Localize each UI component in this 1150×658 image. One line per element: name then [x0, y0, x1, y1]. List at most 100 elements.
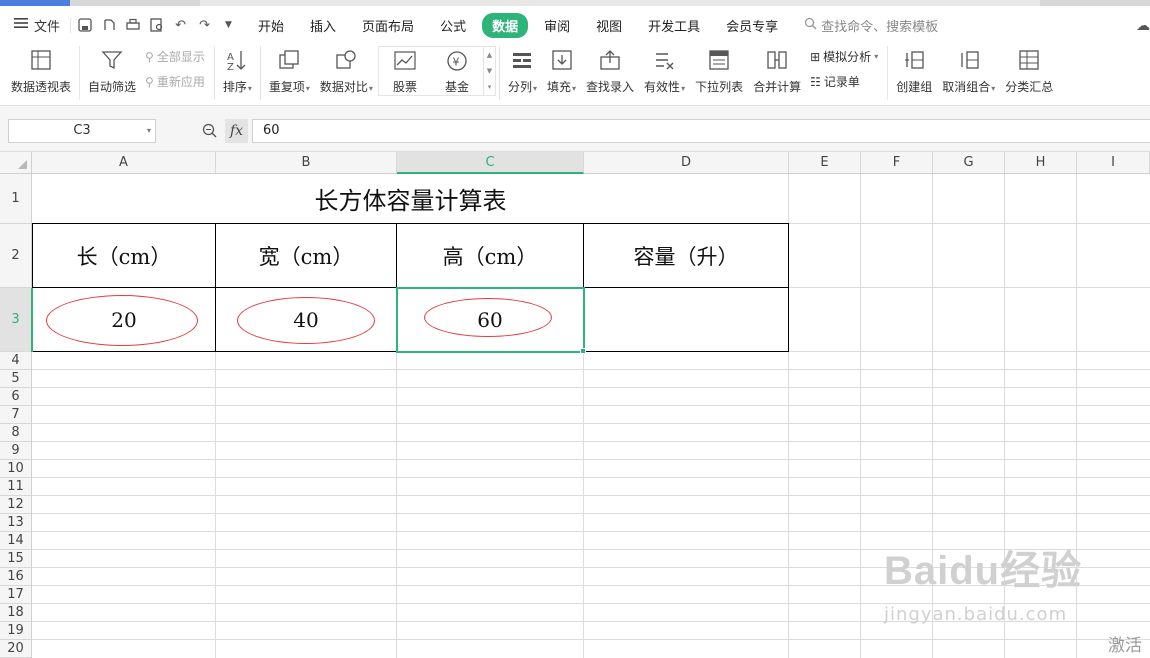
print-icon[interactable]: [125, 18, 140, 33]
activate-windows-text: 激活: [1108, 636, 1142, 656]
column-header-f[interactable]: F: [861, 152, 933, 174]
baidu-watermark: Baidu经验 jingyan.baidu.com: [884, 538, 1094, 630]
reapply-button[interactable]: ⚲ 重新应用: [145, 73, 205, 90]
insert-function-button[interactable]: fx: [225, 119, 248, 143]
ungroup-button[interactable]: 取消组合▾: [937, 44, 1000, 95]
name-box-dropdown-icon[interactable]: ▾: [147, 120, 151, 142]
what-if-analysis-button[interactable]: ⊞ 模拟分析 ▾: [810, 48, 878, 65]
autofilter-label: 自动筛选: [88, 80, 137, 94]
record-form-button[interactable]: ☷ 记录单: [810, 73, 878, 90]
tab-developer[interactable]: 开发工具: [638, 13, 710, 38]
table-border: [788, 223, 789, 352]
autofilter-button[interactable]: 自动筛选: [83, 44, 141, 95]
tab-insert[interactable]: 插入: [300, 13, 346, 38]
header-length[interactable]: 长（cm）: [33, 224, 215, 287]
stock-fund-gallery: 股票 ¥ 基金 ▲ ▼ ▾: [377, 46, 496, 96]
print-preview-icon[interactable]: [149, 18, 164, 33]
header-height[interactable]: 高（cm）: [397, 224, 583, 287]
row-header-1[interactable]: 1: [0, 174, 32, 224]
row-header-3[interactable]: 3: [0, 288, 32, 352]
row-header-17[interactable]: 17: [0, 586, 32, 604]
tab-formulas[interactable]: 公式: [430, 13, 476, 38]
quick-access-toolbar: ↶ ↷ ▼: [70, 17, 248, 33]
value-length[interactable]: 20: [33, 288, 215, 351]
group-button[interactable]: 创建组: [891, 44, 937, 95]
tab-data[interactable]: 数据: [482, 12, 529, 38]
value-width[interactable]: 40: [216, 288, 396, 351]
command-search[interactable]: 查找命令、搜索模板: [804, 16, 938, 35]
undo-icon[interactable]: ↶: [173, 18, 188, 33]
duplicates-button[interactable]: 重复项▾: [264, 44, 315, 95]
fund-label: 基金: [444, 80, 469, 94]
cloud-sync-icon[interactable]: ☁: [1136, 18, 1150, 34]
row-header-10[interactable]: 10: [0, 460, 32, 478]
file-menu[interactable]: 文件: [0, 6, 70, 44]
row-header-14[interactable]: 14: [0, 532, 32, 550]
tab-home[interactable]: 开始: [248, 13, 294, 38]
customize-dropdown-icon[interactable]: ▼: [221, 18, 236, 33]
gridline: [32, 369, 1150, 370]
group-icon: [902, 48, 926, 72]
row-header-13[interactable]: 13: [0, 514, 32, 532]
fill-down-icon: [550, 48, 574, 72]
fund-button[interactable]: ¥ 基金: [431, 47, 483, 95]
split-columns-button[interactable]: 分列▾: [503, 44, 542, 95]
header-capacity[interactable]: 容量（升）: [584, 224, 788, 287]
tab-page-layout[interactable]: 页面布局: [352, 13, 424, 38]
row-header-19[interactable]: 19: [0, 622, 32, 640]
column-header-i[interactable]: I: [1077, 152, 1150, 174]
tab-member[interactable]: 会员专享: [716, 13, 788, 38]
column-header-g[interactable]: G: [933, 152, 1005, 174]
row-header-2[interactable]: 2: [0, 224, 32, 288]
what-if-icon: ⊞: [810, 49, 821, 64]
row-header-12[interactable]: 12: [0, 496, 32, 514]
dropdown-list-button[interactable]: 下拉列表: [690, 44, 748, 95]
row-header-11[interactable]: 11: [0, 478, 32, 496]
zoom-search-icon[interactable]: [202, 123, 217, 142]
row-header-9[interactable]: 9: [0, 442, 32, 460]
gridline: [32, 459, 1150, 460]
subtotal-label: 分类汇总: [1005, 80, 1054, 94]
column-header-a[interactable]: A: [32, 152, 216, 174]
gallery-scroller[interactable]: ▲ ▼ ▾: [482, 47, 495, 95]
column-header-e[interactable]: E: [789, 152, 861, 174]
what-if-label: 模拟分析: [823, 50, 872, 64]
formula-input[interactable]: 60: [252, 119, 1150, 143]
fill-handle[interactable]: [580, 348, 586, 354]
name-box[interactable]: C3 ▾: [8, 119, 156, 143]
data-compare-icon: [334, 48, 358, 72]
validity-button[interactable]: 有效性▾: [639, 44, 690, 95]
column-header-h[interactable]: H: [1005, 152, 1077, 174]
header-width[interactable]: 宽（cm）: [216, 224, 396, 287]
save-icon[interactable]: [77, 18, 92, 33]
sort-button[interactable]: AZ 排序▾: [218, 44, 257, 95]
row-header-8[interactable]: 8: [0, 424, 32, 442]
row-header-5[interactable]: 5: [0, 370, 32, 388]
dropdown-list-icon: [707, 48, 731, 72]
value-capacity[interactable]: [584, 288, 788, 351]
tab-review[interactable]: 审阅: [534, 13, 580, 38]
fill-button[interactable]: 填充▾: [542, 44, 581, 95]
row-header-6[interactable]: 6: [0, 388, 32, 406]
row-header-4[interactable]: 4: [0, 352, 32, 370]
tab-view[interactable]: 视图: [586, 13, 632, 38]
column-header-c[interactable]: C: [397, 152, 584, 174]
row-header-18[interactable]: 18: [0, 604, 32, 622]
column-header-d[interactable]: D: [584, 152, 789, 174]
consolidate-label: 合并计算: [753, 80, 802, 94]
row-header-15[interactable]: 15: [0, 550, 32, 568]
data-compare-button[interactable]: 数据对比▾: [315, 44, 378, 95]
redo-icon[interactable]: ↷: [197, 18, 212, 33]
row-header-20[interactable]: 20: [0, 640, 32, 658]
export-icon[interactable]: [101, 18, 116, 33]
row-header-16[interactable]: 16: [0, 568, 32, 586]
subtotal-button[interactable]: 分类汇总: [1000, 44, 1058, 95]
stock-button[interactable]: 股票: [379, 47, 431, 95]
show-all-button[interactable]: ⚲ 全部显示: [145, 48, 205, 65]
select-all-corner[interactable]: [0, 152, 32, 174]
pivot-table-button[interactable]: 数据透视表: [6, 44, 76, 95]
row-header-7[interactable]: 7: [0, 406, 32, 424]
column-header-b[interactable]: B: [216, 152, 397, 174]
consolidate-button[interactable]: 合并计算: [748, 44, 806, 95]
lookup-entry-button[interactable]: 查找录入: [581, 44, 639, 95]
